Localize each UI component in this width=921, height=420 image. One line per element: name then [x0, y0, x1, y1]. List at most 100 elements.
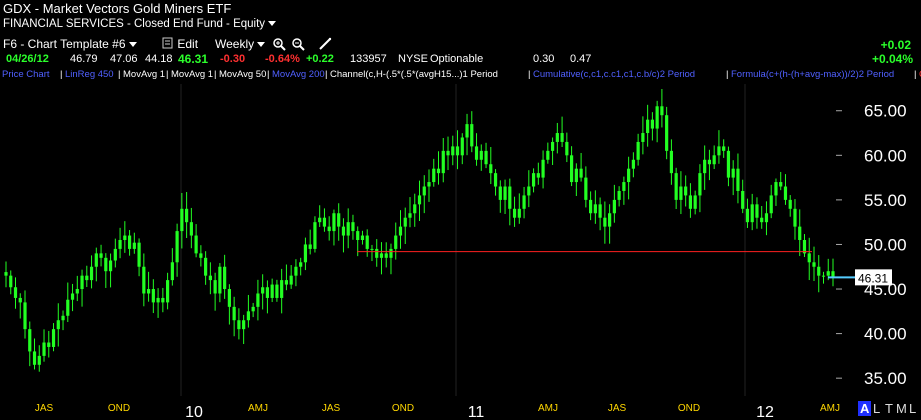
- candle-body: [142, 266, 146, 294]
- candle-body: [774, 182, 778, 196]
- candle-body: [527, 186, 531, 196]
- x-axis-label: AMJ: [248, 403, 268, 414]
- candle-body: [51, 329, 56, 347]
- candle-body: [436, 168, 441, 174]
- candle-body: [113, 248, 117, 261]
- candle-body: [474, 146, 479, 160]
- candle-body: [365, 235, 369, 249]
- y-tick-label: 65.00: [864, 102, 907, 121]
- candle-body: [798, 226, 802, 240]
- candle-body: [185, 208, 189, 223]
- candle-body: [646, 119, 650, 134]
- candle-body: [322, 217, 327, 227]
- candle-body: [351, 222, 355, 232]
- candle-body: [237, 320, 241, 330]
- candle-body: [403, 217, 407, 227]
- candle-body: [256, 293, 260, 307]
- last-price-label: 46.31: [858, 271, 888, 285]
- candle-body: [127, 235, 132, 249]
- mode-a-button[interactable]: A: [858, 401, 872, 416]
- candle-body: [246, 311, 250, 321]
- candle-body: [522, 195, 526, 209]
- candle-body: [432, 168, 436, 183]
- candle-body: [284, 280, 289, 285]
- candle-body: [332, 213, 336, 232]
- candle-body: [736, 168, 740, 191]
- mode-m-button[interactable]: M: [896, 401, 907, 416]
- mode-l2-button[interactable]: L: [909, 401, 916, 416]
- candle-body: [199, 253, 203, 258]
- candle-body: [89, 266, 94, 281]
- candle-body: [755, 204, 759, 218]
- candle-body: [707, 159, 712, 165]
- mode-l-button[interactable]: L: [873, 401, 880, 416]
- candle-body: [508, 186, 512, 209]
- candle-body: [208, 275, 212, 281]
- candle-body: [779, 182, 783, 187]
- candle-body: [612, 199, 616, 214]
- candle-body: [360, 235, 365, 240]
- candle-body: [341, 226, 346, 236]
- candle-body: [108, 260, 113, 272]
- candle-body: [66, 299, 70, 316]
- candle-body: [489, 164, 493, 174]
- candle-body: [688, 195, 693, 209]
- candle-body: [156, 297, 160, 303]
- mode-t-button[interactable]: T: [885, 401, 893, 416]
- candle-body: [413, 204, 417, 214]
- candle-body: [617, 190, 621, 200]
- candle-body: [584, 177, 588, 200]
- candle-body: [679, 186, 683, 200]
- candle-body: [194, 235, 198, 254]
- x-axis-label: JAS: [322, 403, 341, 414]
- candle-body: [13, 287, 18, 298]
- candle-body: [123, 235, 127, 240]
- candle-body: [422, 186, 426, 196]
- candle-body: [460, 137, 464, 156]
- candle-body: [636, 141, 640, 160]
- candle-body: [788, 199, 792, 209]
- candle-body: [265, 287, 270, 298]
- candle-body: [318, 217, 322, 223]
- candle-body: [550, 141, 555, 151]
- candle-body: [175, 231, 179, 263]
- candle-body: [455, 146, 460, 156]
- candle-body: [560, 133, 564, 142]
- candle-body: [622, 182, 626, 191]
- candle-body: [308, 244, 312, 249]
- candle-body: [750, 204, 754, 223]
- candle-body: [674, 173, 678, 200]
- candle-body: [275, 284, 279, 298]
- x-axis-label: AMJ: [538, 403, 558, 414]
- candle-body: [218, 266, 222, 294]
- candle-body: [37, 355, 41, 365]
- candle-body: [731, 168, 735, 178]
- x-axis-label: OND: [392, 403, 414, 414]
- candle-body: [165, 280, 170, 303]
- candle-body: [161, 297, 165, 303]
- candle-body: [722, 146, 726, 151]
- candle-body: [698, 173, 702, 196]
- candle-body: [280, 280, 284, 298]
- candle-body: [337, 213, 341, 227]
- candle-body: [356, 231, 360, 240]
- candle-body: [289, 275, 293, 285]
- x-axis-label: OND: [108, 403, 130, 414]
- candle-body: [313, 222, 317, 249]
- candle-body: [684, 186, 688, 196]
- candle-body: [327, 226, 331, 232]
- candle-body: [764, 213, 769, 223]
- candle-body: [384, 253, 388, 258]
- candle-body: [717, 146, 721, 156]
- y-tick-label: 55.00: [864, 191, 907, 210]
- candle-body: [18, 297, 22, 303]
- candle-body: [493, 173, 498, 187]
- price-chart[interactable]: 35.0040.0045.0050.0055.0060.0065.00JAS ON…: [0, 0, 921, 420]
- candle-body: [137, 242, 141, 267]
- candle-body: [28, 329, 32, 352]
- candle-body: [32, 351, 37, 365]
- y-tick-label: 60.00: [864, 146, 907, 165]
- candle-body: [427, 182, 431, 187]
- candle-body: [817, 266, 821, 276]
- candle-body: [85, 275, 89, 281]
